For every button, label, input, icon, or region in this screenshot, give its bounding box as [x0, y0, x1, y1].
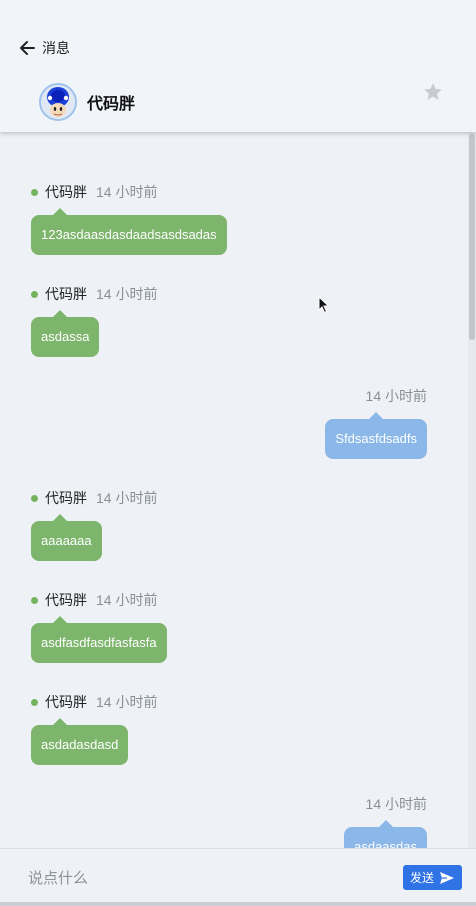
- message-bubble[interactable]: aaaaaaa: [31, 514, 102, 561]
- message-composer: 发送: [0, 848, 476, 906]
- message-meta: 14 小时前: [344, 794, 427, 814]
- message-sender: 代码胖: [45, 184, 87, 200]
- message-time: 14 小时前: [96, 592, 158, 608]
- message-meta: 代码胖 14 小时前: [31, 692, 157, 712]
- message-meta: 14 小时前: [325, 386, 427, 406]
- online-status-dot: [31, 188, 38, 196]
- message-bubble[interactable]: Sfdsasfdsadfs: [325, 412, 427, 459]
- message-time: 14 小时前: [96, 286, 158, 302]
- scrollbar-thumb[interactable]: [469, 134, 475, 340]
- message-list[interactable]: 代码胖 14 小时前 123asdaasdasdaadsasdsadas 代码胖…: [0, 132, 468, 848]
- message-item: 代码胖 14 小时前 123asdaasdasdaadsasdsadas: [31, 182, 227, 255]
- message-meta: 代码胖 14 小时前: [31, 284, 157, 304]
- contact-info: 代码胖: [39, 81, 135, 123]
- message-sender: 代码胖: [45, 490, 87, 506]
- message-sender: 代码胖: [45, 694, 87, 710]
- message-bubble[interactable]: asdassa: [31, 310, 100, 357]
- mouse-cursor-icon: [318, 296, 330, 314]
- message-item: 代码胖 14 小时前 aaaaaaa: [31, 488, 157, 561]
- toad-avatar-icon: [41, 85, 75, 119]
- avatar[interactable]: [39, 83, 77, 121]
- chat-window: 消息 代码胖 代码胖 14 小时前 123asdaasdasdaadsasdsa…: [0, 0, 476, 906]
- message-time: 14 小时前: [96, 490, 158, 506]
- message-time: 14 小时前: [365, 388, 427, 404]
- message-item: 代码胖 14 小时前 asdassa: [31, 284, 157, 357]
- contact-name: 代码胖: [87, 96, 136, 113]
- message-item: 14 小时前 asdaasdas: [344, 794, 427, 848]
- send-button[interactable]: 发送: [403, 865, 462, 890]
- message-bubble[interactable]: asdfasdfasdfasfasfa: [31, 616, 167, 663]
- chat-header: 消息 代码胖: [0, 0, 476, 132]
- paper-plane-icon: [440, 871, 454, 884]
- back-button[interactable]: 消息: [18, 36, 70, 60]
- online-status-dot: [31, 698, 38, 706]
- message-bubble[interactable]: asdaasdas: [344, 820, 427, 848]
- send-label: 发送: [409, 871, 434, 885]
- message-bubble[interactable]: 123asdaasdasdaadsasdsadas: [31, 208, 227, 255]
- message-sender: 代码胖: [45, 286, 87, 302]
- star-icon: [424, 83, 442, 100]
- message-item: 代码胖 14 小时前 asdfasdfasdfasfasfa: [31, 590, 167, 663]
- back-label: 消息: [42, 40, 70, 56]
- message-time: 14 小时前: [96, 184, 158, 200]
- online-status-dot: [31, 494, 38, 502]
- message-input[interactable]: [14, 861, 384, 895]
- message-meta: 代码胖 14 小时前: [31, 182, 227, 202]
- message-time: 14 小时前: [365, 796, 427, 812]
- message-bubble[interactable]: asdadasdasd: [31, 718, 129, 765]
- message-sender: 代码胖: [45, 592, 87, 608]
- bottom-edge: [0, 902, 476, 906]
- favorite-button[interactable]: [422, 81, 444, 103]
- online-status-dot: [31, 290, 38, 298]
- message-meta: 代码胖 14 小时前: [31, 488, 157, 508]
- message-meta: 代码胖 14 小时前: [31, 590, 167, 610]
- message-time: 14 小时前: [96, 694, 158, 710]
- message-item: 代码胖 14 小时前 asdadasdasd: [31, 692, 157, 765]
- online-status-dot: [31, 596, 38, 604]
- message-item: 14 小时前 Sfdsasfdsadfs: [325, 386, 427, 459]
- arrow-left-icon: [18, 39, 36, 57]
